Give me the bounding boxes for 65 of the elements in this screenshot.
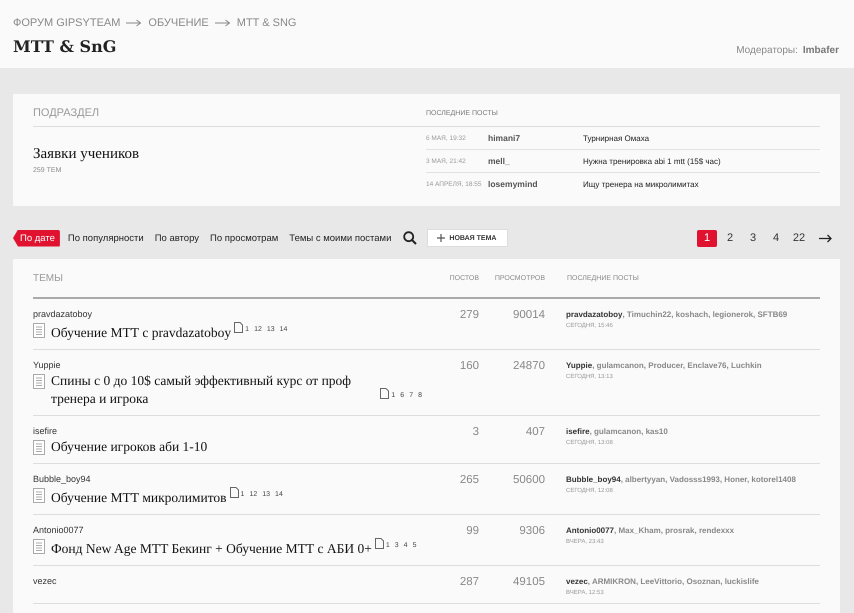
- page-icon: [230, 487, 239, 498]
- sort-tab[interactable]: По дате: [13, 230, 60, 246]
- document-icon: [33, 488, 45, 503]
- last-posters-list: Bubble_boy94, albertyyan, Vadosss1993, Honer, kotorel1408: [566, 474, 820, 486]
- document-icon: [33, 323, 45, 338]
- author-link[interactable]: vezec: [33, 576, 433, 586]
- page-link[interactable]: 4: [766, 230, 786, 246]
- page-icon: [380, 388, 390, 399]
- post-count: 287: [458, 576, 479, 588]
- topic-link[interactable]: Турнирная Омаха: [583, 134, 650, 142]
- column-heading: ТЕМЫ: [33, 272, 64, 284]
- author-link[interactable]: pravdazatoboy: [33, 309, 433, 319]
- sort-tab[interactable]: По автору: [154, 232, 200, 244]
- sort-tab[interactable]: По просмотрам: [210, 232, 278, 244]
- topic-title-link[interactable]: Спины с 0 до 10$ самый эффективный курс от проф тренера и игрока: [51, 372, 378, 408]
- sort-tab[interactable]: По популярности: [68, 232, 144, 244]
- author-link[interactable]: Yuppie: [33, 360, 433, 370]
- page-icon: [234, 322, 244, 333]
- sort-tab[interactable]: Темы с моими постами: [289, 232, 392, 244]
- username-link[interactable]: mell_: [488, 156, 583, 166]
- view-count: 50600: [512, 474, 545, 486]
- topic-title-link[interactable]: Обучение МТТ с pravdazatoboy: [51, 324, 232, 342]
- view-count: 24870: [512, 360, 545, 372]
- view-count: 90014: [512, 309, 545, 321]
- arrow-icon: [214, 19, 231, 27]
- view-count: 407: [524, 426, 545, 438]
- author-link[interactable]: Bubble_boy94: [33, 474, 433, 484]
- topic-link[interactable]: Ищу тренера на микролимитах: [583, 180, 699, 188]
- post-count: 265: [458, 474, 479, 486]
- search-icon[interactable]: [403, 231, 418, 245]
- view-count: 49105: [512, 576, 545, 588]
- moderators-label: Модераторы:: [736, 45, 798, 56]
- topic-link[interactable]: Нужна тренировка abi 1 mtt (15$ час): [583, 156, 721, 166]
- last-posters-list: Antonio0077, Max_Kham, prosrak, rendexxx: [566, 525, 820, 537]
- page-icon: [374, 538, 384, 549]
- column-heading: ПОДРАЗДЕЛ: [33, 107, 426, 127]
- moderator-link[interactable]: Imbafer: [802, 45, 839, 56]
- plus-icon: [437, 234, 446, 242]
- page-link[interactable]: 1: [697, 230, 717, 246]
- document-icon: [33, 440, 45, 455]
- username-link[interactable]: himani7: [488, 133, 583, 143]
- last-posters-list: vezec, ARMIKRON, LeeVittorio, Osoznan, luckislife: [566, 576, 820, 588]
- topic-title-link[interactable]: Обучение игроков аби 1-10: [51, 438, 208, 456]
- topic-title-link[interactable]: Фонд New Age MTT Бекинг + Обучение МТТ с АБИ 0+: [51, 540, 372, 558]
- topic-title-link[interactable]: Обучение МТТ микролимитов: [51, 489, 227, 507]
- post-count: 279: [458, 309, 479, 321]
- post-count: 3: [472, 426, 479, 438]
- post-count: 99: [465, 525, 479, 537]
- author-link[interactable]: Antonio0077: [33, 525, 433, 535]
- next-arrow-icon[interactable]: [819, 234, 832, 242]
- author-link[interactable]: isefire: [33, 426, 433, 436]
- last-posters-list: pravdazatoboy, Timuchin22, koshach, legionerok, SFTB69: [566, 309, 820, 321]
- page-link[interactable]: 3: [743, 230, 763, 246]
- last-posters-list: Yuppie, gulamcanon, Producer, Enclave76, Luchkin: [566, 360, 820, 372]
- document-icon: [33, 539, 45, 554]
- page-link[interactable]: 22: [789, 230, 809, 246]
- page-title: MTT & SnG: [13, 37, 116, 56]
- page-link[interactable]: 2: [720, 230, 740, 246]
- last-posters-list: isefire, gulamcanon, kas10: [566, 426, 820, 438]
- subsection-link[interactable]: Заявки учеников: [33, 146, 426, 163]
- arrow-icon: [126, 19, 142, 27]
- view-count: 9306: [518, 525, 545, 537]
- post-count: 160: [458, 360, 479, 372]
- username-link[interactable]: losemymind: [488, 179, 583, 189]
- document-icon: [33, 374, 45, 389]
